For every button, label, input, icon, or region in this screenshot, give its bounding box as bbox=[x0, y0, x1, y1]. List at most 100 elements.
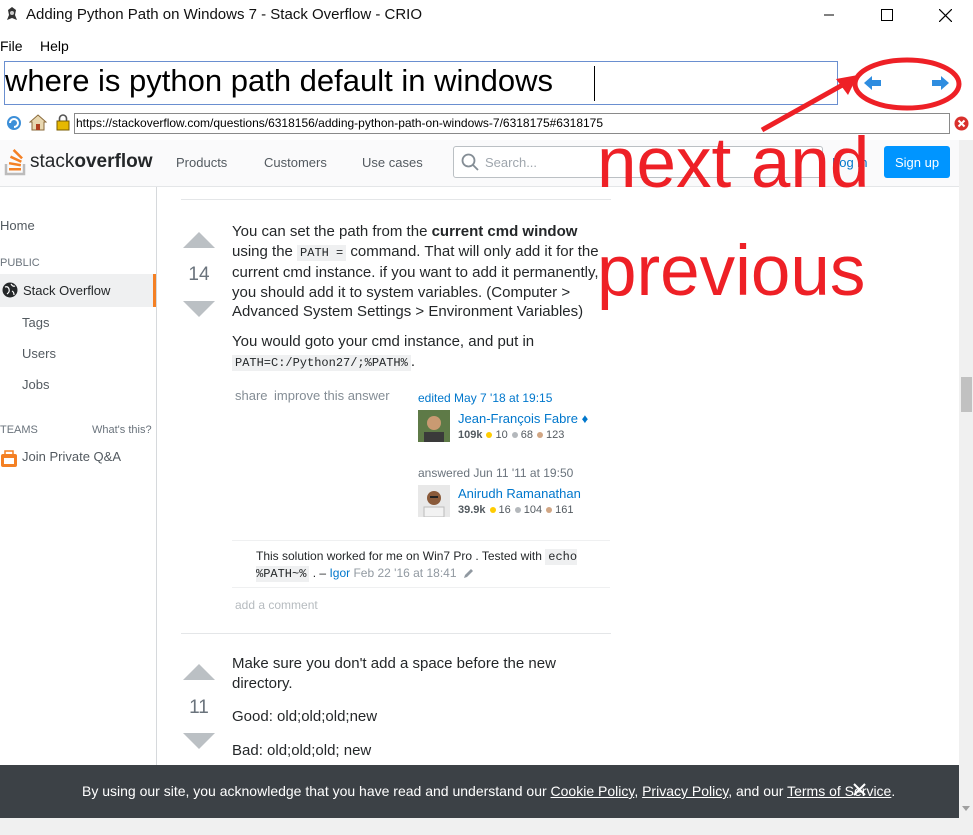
maximize-button[interactable] bbox=[864, 0, 910, 30]
refresh-icon[interactable] bbox=[6, 115, 22, 131]
answer-divider bbox=[181, 633, 611, 634]
downvote-button[interactable] bbox=[183, 733, 215, 749]
globe-icon bbox=[2, 282, 18, 298]
minimize-button[interactable] bbox=[806, 0, 852, 30]
upvote-button[interactable] bbox=[183, 232, 215, 248]
editor-avatar[interactable] bbox=[418, 410, 450, 442]
annotation-line-2: previous bbox=[597, 232, 866, 311]
annotation-line-1: next and bbox=[597, 124, 870, 203]
briefcase-icon bbox=[1, 450, 17, 467]
text-run: You would goto your cmd instance, and pu… bbox=[232, 333, 535, 350]
lock-icon bbox=[56, 114, 70, 131]
editor-reputation: 109k 10 68 123 bbox=[458, 429, 564, 441]
vote-count: 11 bbox=[189, 697, 209, 718]
text-run: . bbox=[410, 352, 415, 370]
logo-bold-text: overflow bbox=[74, 151, 153, 172]
close-icon bbox=[938, 8, 952, 22]
so-search-placeholder: Search... bbox=[485, 155, 538, 170]
answer-divider bbox=[181, 199, 611, 200]
moderator-diamond-icon: ♦ bbox=[581, 411, 589, 426]
sidebar-item-home[interactable]: Home bbox=[0, 218, 35, 233]
comment-text: This solution worked for me on Win7 Pro … bbox=[256, 549, 546, 563]
cookie-text-run: . bbox=[891, 783, 896, 799]
cookie-close-icon[interactable] bbox=[853, 783, 866, 796]
cookie-message: By using our site, you acknowledge that … bbox=[82, 783, 895, 799]
silver-count: 104 bbox=[523, 504, 543, 516]
bronze-badge-icon bbox=[536, 431, 543, 438]
menu-bar: File Help bbox=[0, 34, 973, 56]
answer-body-paragraph: You can set the path from the current cm… bbox=[232, 222, 610, 322]
window-title: Adding Python Path on Windows 7 - Stack … bbox=[26, 6, 422, 23]
nav-use-cases[interactable]: Use cases bbox=[362, 155, 423, 170]
gold-badge-icon bbox=[489, 506, 496, 513]
text-run: You can set the path from the bbox=[232, 223, 432, 240]
comments-divider bbox=[232, 587, 610, 588]
search-icon bbox=[461, 153, 479, 171]
sidebar-item-join-private-qa[interactable]: Join Private Q&A bbox=[22, 449, 121, 464]
text-caret bbox=[594, 66, 595, 101]
sidebar-item-stack-overflow-label: Stack Overflow bbox=[23, 283, 111, 298]
text-run: using the bbox=[232, 242, 298, 260]
answered-timestamp: answered Jun 11 '11 at 19:50 bbox=[418, 466, 574, 480]
logo-light-text: stack bbox=[30, 151, 75, 172]
answer-body-paragraph: You would goto your cmd instance, and pu… bbox=[232, 332, 610, 373]
improve-answer-link[interactable]: improve this answer bbox=[274, 388, 390, 403]
menu-help[interactable]: Help bbox=[40, 38, 69, 54]
rep-score: 109k bbox=[458, 429, 483, 441]
stackoverflow-logo-icon[interactable] bbox=[4, 146, 28, 176]
cookie-text-run: By using our site, you acknowledge that … bbox=[82, 783, 551, 799]
gold-count: 10 bbox=[495, 429, 508, 441]
comment-date: Feb 22 '16 at 18:41 bbox=[350, 566, 457, 580]
cookie-text-run: , bbox=[634, 783, 643, 799]
vertical-scrollbar[interactable] bbox=[959, 140, 973, 818]
nav-customers[interactable]: Customers bbox=[264, 155, 327, 170]
pencil-icon[interactable] bbox=[463, 568, 474, 579]
author-reputation: 39.9k 16 104 161 bbox=[458, 504, 574, 516]
status-bar bbox=[0, 818, 973, 835]
cookie-policy-link[interactable]: Cookie Policy bbox=[551, 783, 635, 799]
bold-text: current cmd window bbox=[431, 223, 578, 240]
signup-button[interactable]: Sign up bbox=[884, 146, 950, 178]
inline-code: PATH = bbox=[297, 244, 347, 261]
edited-timestamp[interactable]: edited May 7 '18 at 19:15 bbox=[418, 391, 552, 405]
upvote-button[interactable] bbox=[183, 664, 215, 680]
annotation-text: next and previous bbox=[597, 110, 869, 326]
comment-user-link[interactable]: Igor bbox=[329, 566, 350, 580]
answer-body-paragraph: Bad: old;old;old; new bbox=[232, 742, 372, 759]
share-link[interactable]: share bbox=[235, 388, 268, 403]
minimize-icon bbox=[824, 14, 834, 16]
scroll-down-arrow-icon[interactable] bbox=[961, 805, 971, 813]
sidebar-item-tags[interactable]: Tags bbox=[22, 315, 49, 330]
terms-of-service-link[interactable]: Terms of Service bbox=[787, 783, 891, 799]
gold-badge-icon bbox=[486, 431, 493, 438]
bronze-count: 123 bbox=[545, 429, 565, 441]
scrollbar-thumb[interactable] bbox=[961, 377, 972, 412]
home-icon[interactable] bbox=[29, 114, 47, 131]
answer-body-paragraph: Make sure you don't add a space before t… bbox=[232, 655, 556, 692]
sidebar-item-users[interactable]: Users bbox=[22, 346, 56, 361]
sidebar-item-jobs[interactable]: Jobs bbox=[22, 377, 49, 392]
whats-this-link[interactable]: What's this? bbox=[92, 424, 152, 436]
author-name[interactable]: Anirudh Ramanathan bbox=[458, 486, 581, 501]
editor-name[interactable]: Jean-François Fabre ♦ bbox=[458, 411, 588, 426]
query-input-value: where is python path default in windows bbox=[5, 63, 553, 98]
author-avatar[interactable] bbox=[418, 485, 450, 518]
gold-count: 16 bbox=[498, 504, 511, 516]
bronze-count: 161 bbox=[555, 504, 574, 516]
nav-products[interactable]: Products bbox=[176, 155, 227, 170]
cookie-text-run: , and our bbox=[728, 783, 788, 799]
sidebar-heading-teams: TEAMS bbox=[0, 424, 38, 436]
privacy-policy-link[interactable]: Privacy Policy bbox=[642, 783, 728, 799]
silver-badge-icon bbox=[514, 506, 521, 513]
app-icon bbox=[7, 7, 17, 20]
menu-file[interactable]: File bbox=[0, 38, 23, 54]
rep-score: 39.9k bbox=[458, 504, 486, 516]
answer-body-paragraph: Good: old;old;old;new bbox=[232, 708, 378, 725]
silver-count: 68 bbox=[520, 429, 533, 441]
close-button[interactable] bbox=[922, 0, 968, 30]
vote-count: 14 bbox=[188, 264, 210, 285]
add-comment-link[interactable]: add a comment bbox=[235, 598, 318, 612]
downvote-button[interactable] bbox=[183, 301, 215, 317]
stackoverflow-logo-text[interactable]: stackoverflow bbox=[30, 151, 152, 173]
sidebar-heading-public: PUBLIC bbox=[0, 257, 40, 269]
